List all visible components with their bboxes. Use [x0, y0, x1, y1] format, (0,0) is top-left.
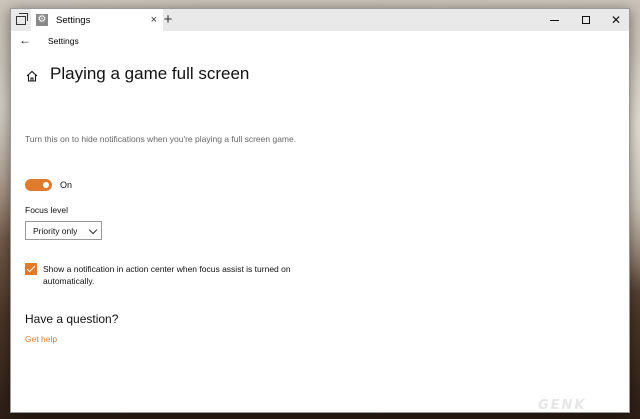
- focus-level-value: Priority only: [33, 225, 78, 236]
- show-notification-label: Show a notification in action center whe…: [43, 264, 291, 286]
- focus-level-label: Focus level: [25, 205, 68, 215]
- question-heading: Have a question?: [25, 312, 119, 326]
- tabs-icon: [16, 12, 28, 25]
- new-tab-button[interactable]: +: [159, 11, 177, 29]
- minimize-icon: [549, 19, 559, 21]
- maximize-button[interactable]: [571, 9, 601, 31]
- full-screen-game-toggle[interactable]: [25, 179, 52, 191]
- tab-title: Settings: [56, 14, 91, 26]
- chevron-down-icon: [88, 225, 98, 235]
- title-bar: ⚙ Settings × + ✕: [11, 9, 629, 31]
- tab-close-button[interactable]: ×: [151, 13, 157, 27]
- tab-settings[interactable]: ⚙ Settings ×: [31, 9, 163, 31]
- maximize-icon: [582, 16, 590, 24]
- minimize-button[interactable]: [539, 9, 569, 31]
- get-help-link[interactable]: Get help: [25, 334, 57, 344]
- focus-level-dropdown[interactable]: Priority only: [25, 221, 102, 240]
- watermark-logo: GENK: [538, 398, 587, 413]
- page-title: Playing a game full screen: [50, 64, 250, 83]
- toggle-knob: [43, 182, 49, 188]
- toggle-state-label: On: [60, 180, 73, 190]
- back-arrow-icon[interactable]: ←: [19, 33, 31, 47]
- show-notification-checkbox[interactable]: [25, 263, 37, 275]
- app-title: Settings: [48, 36, 79, 46]
- set-aside-tabs-button[interactable]: [11, 9, 31, 31]
- gear-icon: ⚙: [36, 14, 48, 26]
- setting-description: Turn this on to hide notifications when …: [25, 134, 297, 144]
- settings-window: ⚙ Settings × + ✕ ← Settings Playing a ga…: [10, 8, 630, 413]
- navigation-row: ← Settings: [11, 31, 629, 53]
- home-icon[interactable]: [25, 69, 39, 83]
- close-button[interactable]: ✕: [601, 9, 631, 31]
